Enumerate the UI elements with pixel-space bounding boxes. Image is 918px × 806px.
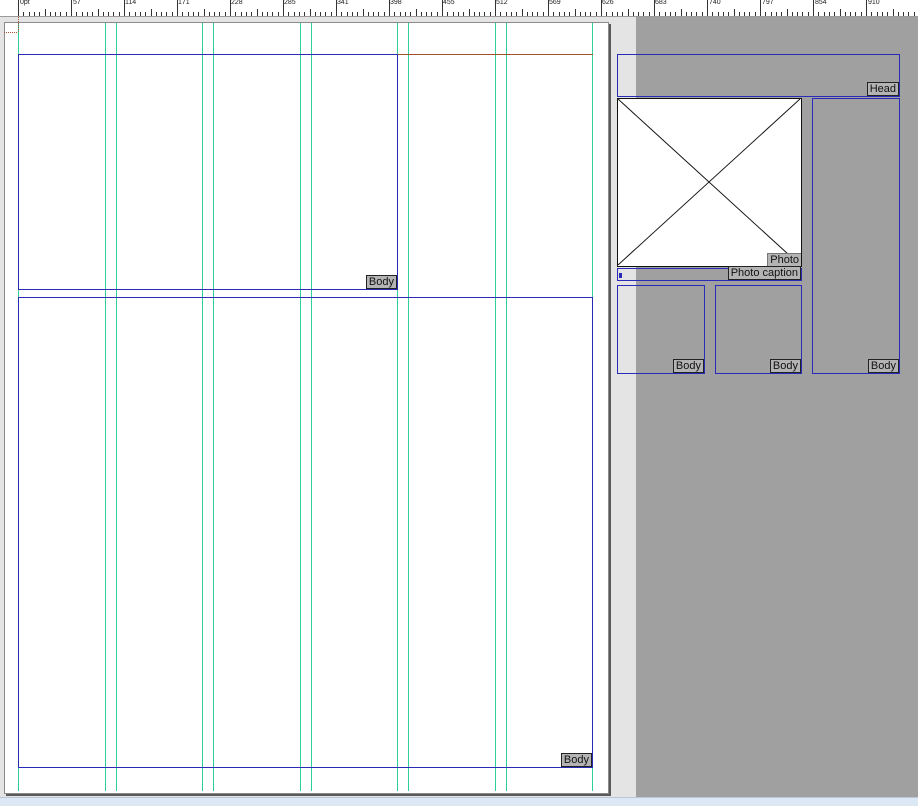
- frame-label: Body: [672, 359, 704, 373]
- photo-caption-frame[interactable]: Photo caption: [617, 266, 802, 281]
- ruler-label: 341: [337, 0, 349, 6]
- body-text-frame-main[interactable]: Body: [18, 297, 593, 768]
- ruler-label: 57: [73, 0, 81, 6]
- image-placeholder-icon: [618, 99, 800, 265]
- ruler-label: 569: [549, 0, 561, 6]
- ruler-label: 626: [602, 0, 614, 6]
- ruler-label: 740: [709, 0, 721, 6]
- frame-label: Body: [560, 753, 592, 767]
- ruler-label: 0pt: [20, 0, 30, 6]
- ruler-label: 228: [231, 0, 243, 6]
- body-text-frame-top[interactable]: Body: [18, 54, 398, 290]
- body-text-frame-small-2[interactable]: Body: [715, 285, 802, 374]
- ruler-label: 114: [125, 0, 137, 6]
- head-text-frame[interactable]: Head: [617, 54, 900, 97]
- ruler-label: 512: [496, 0, 508, 6]
- crop-mark: [18, 17, 19, 32]
- frame-label: Body: [867, 359, 899, 373]
- horizontal-ruler[interactable]: 0pt 57 114 171 228 285 341 398 455 512 5…: [0, 0, 918, 17]
- ruler-label: 455: [443, 0, 455, 6]
- frame-label: Photo caption: [727, 266, 801, 280]
- ruler-label: 683: [655, 0, 667, 6]
- text-cursor: [619, 273, 622, 278]
- body-text-frame-small-1[interactable]: Body: [617, 285, 705, 374]
- frame-label: Body: [365, 275, 397, 289]
- photo-frame[interactable]: Photo: [617, 98, 802, 267]
- body-text-frame-tall[interactable]: Body: [812, 98, 900, 374]
- ruler-label: 171: [178, 0, 190, 6]
- ruler-label: 910: [868, 0, 880, 6]
- frame-label: Photo: [767, 253, 801, 266]
- crop-mark: [4, 32, 17, 33]
- frame-label: Head: [866, 82, 899, 96]
- ruler-label: 854: [815, 0, 827, 6]
- ruler-label: 285: [284, 0, 296, 6]
- ruler-label: 398: [390, 0, 402, 6]
- ruler-ticks: [18, 0, 915, 16]
- ruler-label: 797: [762, 0, 774, 6]
- frame-label: Body: [769, 359, 801, 373]
